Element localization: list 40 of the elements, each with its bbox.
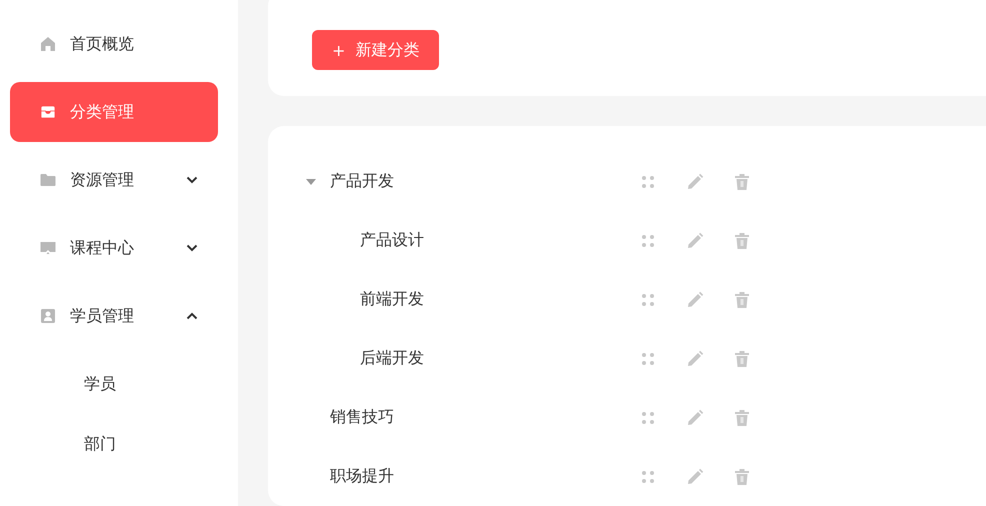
nav-label: 首页概览	[70, 34, 135, 54]
drag-handle-icon[interactable]	[640, 232, 656, 248]
edit-icon[interactable]	[686, 350, 704, 368]
chevron-icon[interactable]	[186, 176, 198, 184]
edit-icon[interactable]	[686, 408, 704, 426]
nav-item[interactable]: 学员管理	[10, 286, 218, 346]
delete-icon[interactable]	[734, 408, 750, 426]
nav-icon	[38, 306, 58, 326]
drag-handle-icon[interactable]	[640, 174, 656, 190]
nav-label: 课程中心	[70, 238, 135, 258]
edit-icon[interactable]	[686, 232, 704, 250]
nav-subitem[interactable]: 部门	[0, 414, 238, 474]
tree-item[interactable]: 销售技巧	[330, 407, 610, 428]
edit-icon[interactable]	[686, 290, 704, 308]
edit-icon[interactable]	[686, 468, 704, 486]
edit-icon[interactable]	[686, 172, 704, 190]
drag-handle-icon[interactable]	[640, 410, 656, 426]
chevron-icon[interactable]	[186, 244, 198, 252]
nav-item[interactable]: 课程中心	[10, 218, 218, 278]
delete-icon[interactable]	[734, 232, 750, 250]
tree-item[interactable]: 前端开发	[360, 289, 640, 310]
delete-icon[interactable]	[734, 172, 750, 190]
nav-item[interactable]: 资源管理	[10, 150, 218, 210]
nav-label: 分类管理	[70, 102, 135, 122]
nav-label: 学员管理	[70, 306, 135, 326]
drag-handle-icon[interactable]	[640, 292, 656, 308]
tree-item[interactable]: 后端开发	[360, 348, 640, 369]
nav-item[interactable]: 首页概览	[10, 14, 218, 74]
tree-item[interactable]: 职场提升	[330, 466, 610, 487]
tree-item[interactable]: 产品设计	[360, 230, 640, 251]
drag-handle-icon[interactable]	[640, 468, 656, 484]
drag-handle-icon[interactable]	[640, 350, 656, 366]
tree-item[interactable]: 产品开发	[330, 171, 610, 192]
delete-icon[interactable]	[734, 468, 750, 486]
nav-icon	[38, 34, 58, 54]
delete-icon[interactable]	[734, 350, 750, 368]
chevron-icon[interactable]	[186, 312, 198, 320]
nav-label: 资源管理	[70, 170, 135, 190]
nav-subitem[interactable]: 学员	[0, 354, 238, 414]
delete-icon[interactable]	[734, 290, 750, 308]
